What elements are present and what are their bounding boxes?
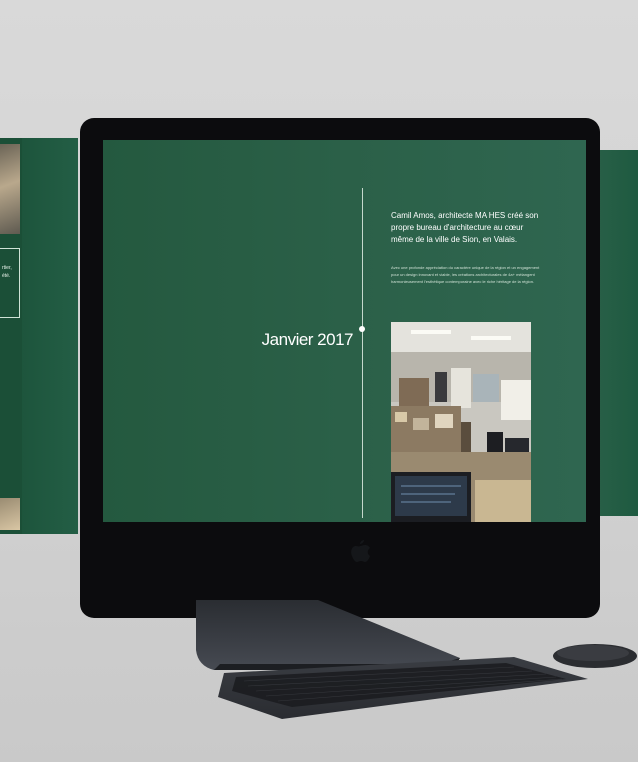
left-panel-strip: rtier, été. [0,138,22,534]
left-panel-text-line: été. [2,273,11,279]
left-side-panel: rtier, été. [0,138,78,534]
left-panel-text-box: rtier, été. [0,248,20,318]
left-panel-text-line: rtier, [2,265,12,271]
keyboard [218,657,588,719]
mouse [553,644,637,668]
timeline-date: Janvier 2017 [261,330,354,349]
timeline-headline: Camil Amos, architecte MA HES créé son p… [391,211,539,244]
right-side-panel [598,150,638,516]
timeline-dot [359,326,365,332]
timeline-body-text: Avec une profonde appréciation du caract… [391,265,540,284]
apple-logo-icon [351,540,370,562]
website-screen: Janvier 2017 Camil Amos, architecte MA H… [103,140,586,522]
timeline-line [362,188,363,518]
left-panel-photo-bottom [0,498,20,530]
left-panel-photo [0,144,20,234]
office-photo [391,322,531,522]
